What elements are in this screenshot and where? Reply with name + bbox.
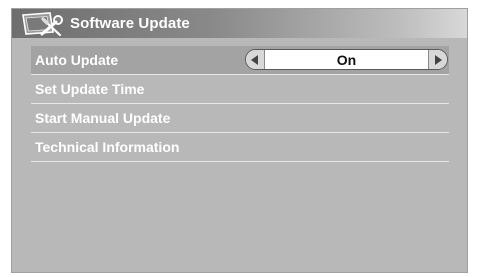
software-update-dialog: Software Update Auto Update On Set Updat… (11, 8, 468, 273)
arrow-left-icon[interactable] (246, 50, 265, 69)
settings-menu: Auto Update On Set Update Time Start Man… (31, 46, 449, 162)
arrow-right-icon[interactable] (428, 50, 447, 69)
menu-item-set-update-time[interactable]: Set Update Time (31, 75, 449, 104)
menu-item-start-manual-update[interactable]: Start Manual Update (31, 104, 449, 133)
menu-item-label: Start Manual Update (35, 110, 171, 126)
auto-update-selector[interactable]: On (245, 49, 448, 70)
dialog-title: Software Update (70, 15, 190, 32)
menu-item-label: Technical Information (35, 139, 180, 155)
menu-item-auto-update[interactable]: Auto Update On (31, 46, 449, 75)
menu-item-technical-information[interactable]: Technical Information (31, 133, 449, 162)
menu-item-label: Auto Update (35, 52, 119, 68)
dialog-titlebar: Software Update (12, 9, 467, 38)
menu-item-label: Set Update Time (35, 81, 145, 97)
auto-update-value: On (336, 52, 357, 68)
wrench-tools-icon (20, 10, 66, 38)
